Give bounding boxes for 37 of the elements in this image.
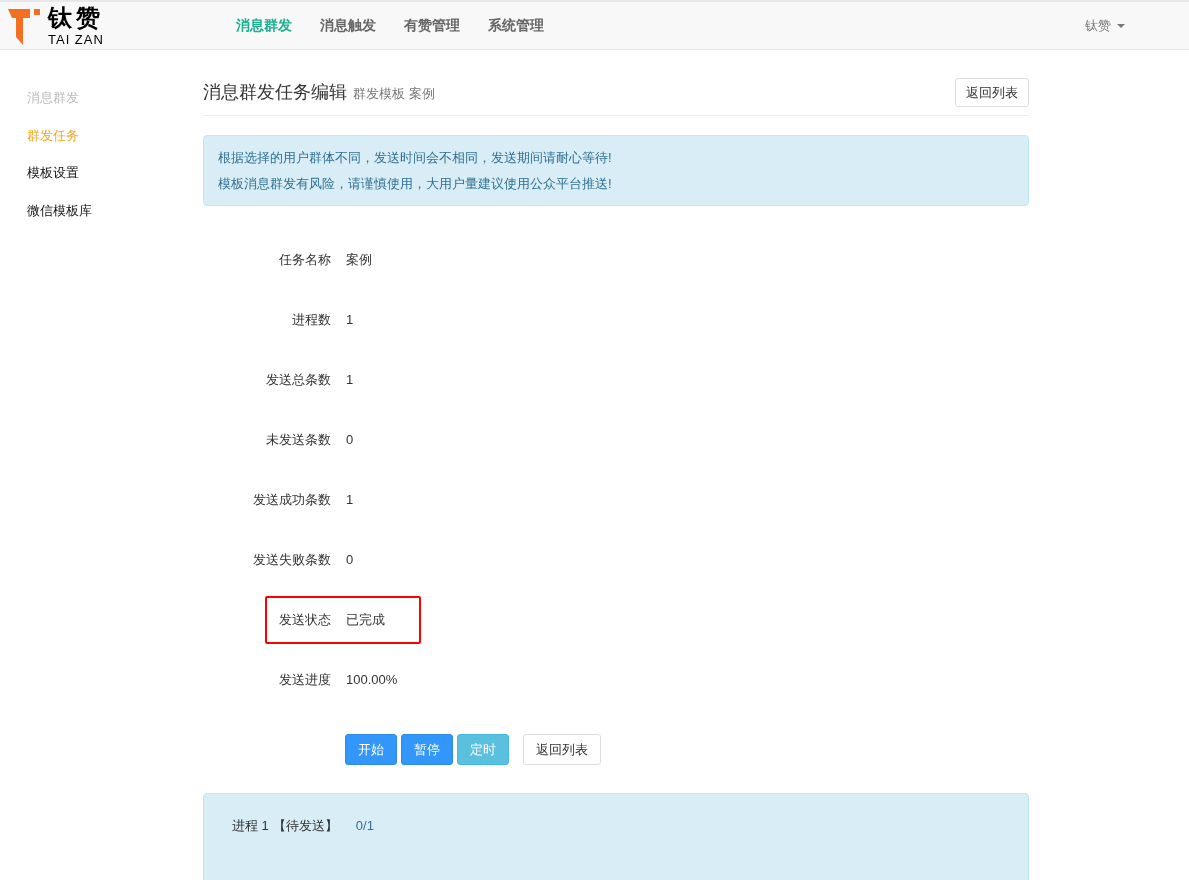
field-label: 任务名称 <box>278 251 331 270</box>
sidebar-item[interactable]: 微信模板库 <box>27 200 203 220</box>
field-label: 发送进度 <box>278 671 331 690</box>
field-label: 发送状态 <box>278 611 331 630</box>
caret-icon <box>1117 23 1125 28</box>
action-button[interactable]: 开始 <box>345 734 397 765</box>
nav-item[interactable]: 系统管理 <box>488 15 544 36</box>
field-label: 发送总条数 <box>265 371 331 390</box>
field-value: 案例 <box>346 251 372 270</box>
field-value: 0 <box>346 431 354 450</box>
sidebar-heading: 消息群发 <box>27 89 80 107</box>
notice-text: 根据选择的用户群体不同，发送时间会不相同，发送期间请耐心等待! <box>218 149 613 167</box>
nav-item[interactable]: 有赞管理 <box>404 15 460 36</box>
nav-item[interactable]: 消息触发 <box>320 15 376 36</box>
field-value: 1 <box>346 371 354 390</box>
field-value: 1 <box>346 311 354 330</box>
action-button[interactable]: 暂停 <box>401 734 453 765</box>
user-menu[interactable]: 钛赞 <box>1085 15 1111 36</box>
process-name: 进程 1 <box>232 817 269 835</box>
field-value: 已完成 <box>346 611 385 630</box>
field-label: 发送成功条数 <box>252 491 331 510</box>
field-label: 未发送条数 <box>265 431 331 450</box>
field-label: 发送失败条数 <box>252 551 331 570</box>
field-label: 进程数 <box>291 311 331 330</box>
back-button[interactable]: 返回列表 <box>955 78 1029 107</box>
page-subtitle: 群发模板 案例 <box>353 85 435 103</box>
process-status: 【待发送】 <box>272 817 338 835</box>
sidebar-item[interactable]: 模板设置 <box>27 163 203 183</box>
back-button[interactable]: 返回列表 <box>523 734 601 765</box>
notice-text: 模板消息群发有风险，请谨慎使用，大用户量建议使用公众平台推送! <box>218 174 613 193</box>
field-value: 0 <box>346 551 354 570</box>
logo-subtitle: TAI ZAN <box>48 32 104 46</box>
field-value: 1 <box>346 491 354 510</box>
process-count: 0/1 <box>355 817 374 835</box>
logo-name: 钛赞 <box>48 5 104 30</box>
page-title: 消息群发任务编辑 <box>203 81 347 104</box>
field-value: 100.00% <box>346 671 398 690</box>
